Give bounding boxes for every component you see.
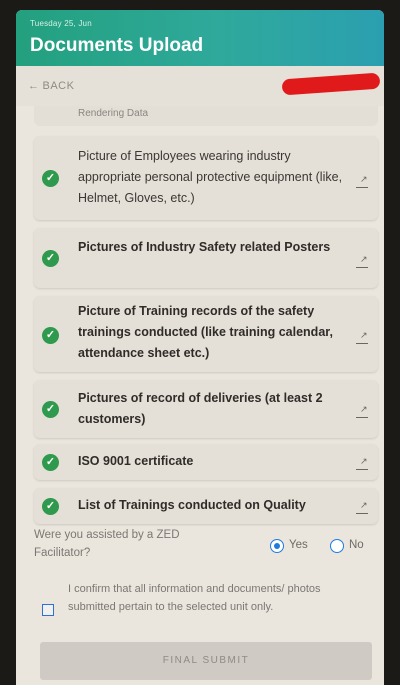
back-arrow-icon: ← [28,80,40,92]
facilitator-question: Were you assisted by a ZED Facilitator? [34,529,180,559]
page-title: Documents Upload [30,35,204,56]
app-screen: Tuesday 25, Jun Documents Upload ← BACK R… [16,10,384,685]
facilitator-yes-label[interactable]: Yes [289,539,308,551]
document-label: ISO 9001 certificate [78,454,194,468]
edit-icon[interactable]: ↗ [356,456,368,470]
check-icon: ✓ [42,250,59,267]
document-label: Picture of Employees wearing industry ap… [78,149,343,205]
check-icon: ✓ [42,327,59,344]
document-label: Picture of Training records of the safet… [78,304,333,360]
header-date: Tuesday 25, Jun [30,19,92,28]
facilitator-yes-radio[interactable] [270,539,284,553]
partial-document-item[interactable]: Rendering Data [34,106,378,126]
back-button[interactable]: ← BACK [28,80,74,92]
document-label: Pictures of record of deliveries (at lea… [78,391,323,426]
back-label: BACK [42,80,75,92]
document-label: List of Trainings conducted on Quality [78,498,306,512]
partial-document-label: Rendering Data [78,108,149,119]
edit-icon[interactable]: ↗ [356,174,368,188]
check-icon: ✓ [42,454,59,471]
check-icon: ✓ [42,401,59,418]
document-item[interactable]: ✓ Pictures of record of deliveries (at l… [34,380,378,438]
document-label: Pictures of Industry Safety related Post… [78,240,331,254]
check-icon: ✓ [42,170,59,187]
document-item[interactable]: ✓ Pictures of Industry Safety related Po… [34,228,378,288]
edit-icon[interactable]: ↗ [356,330,368,344]
document-item[interactable]: ✓ Picture of Employees wearing industry … [34,136,378,220]
facilitator-no-label[interactable]: No [349,539,364,551]
confirm-text: I confirm that all information and docum… [68,583,321,613]
facilitator-no-radio[interactable] [330,539,344,553]
document-item[interactable]: ✓ ISO 9001 certificate ↗ [34,444,378,480]
document-item[interactable]: ✓ Picture of Training records of the saf… [34,296,378,372]
document-item[interactable]: ✓ List of Trainings conducted on Quality… [34,488,378,524]
app-header: Tuesday 25, Jun Documents Upload [16,10,384,66]
final-submit-button[interactable]: FINAL SUBMIT [40,642,372,680]
confirm-checkbox[interactable] [42,604,54,616]
edit-icon[interactable]: ↗ [356,404,368,418]
edit-icon[interactable]: ↗ [356,500,368,514]
edit-icon[interactable]: ↗ [356,254,368,268]
check-icon: ✓ [42,498,59,515]
